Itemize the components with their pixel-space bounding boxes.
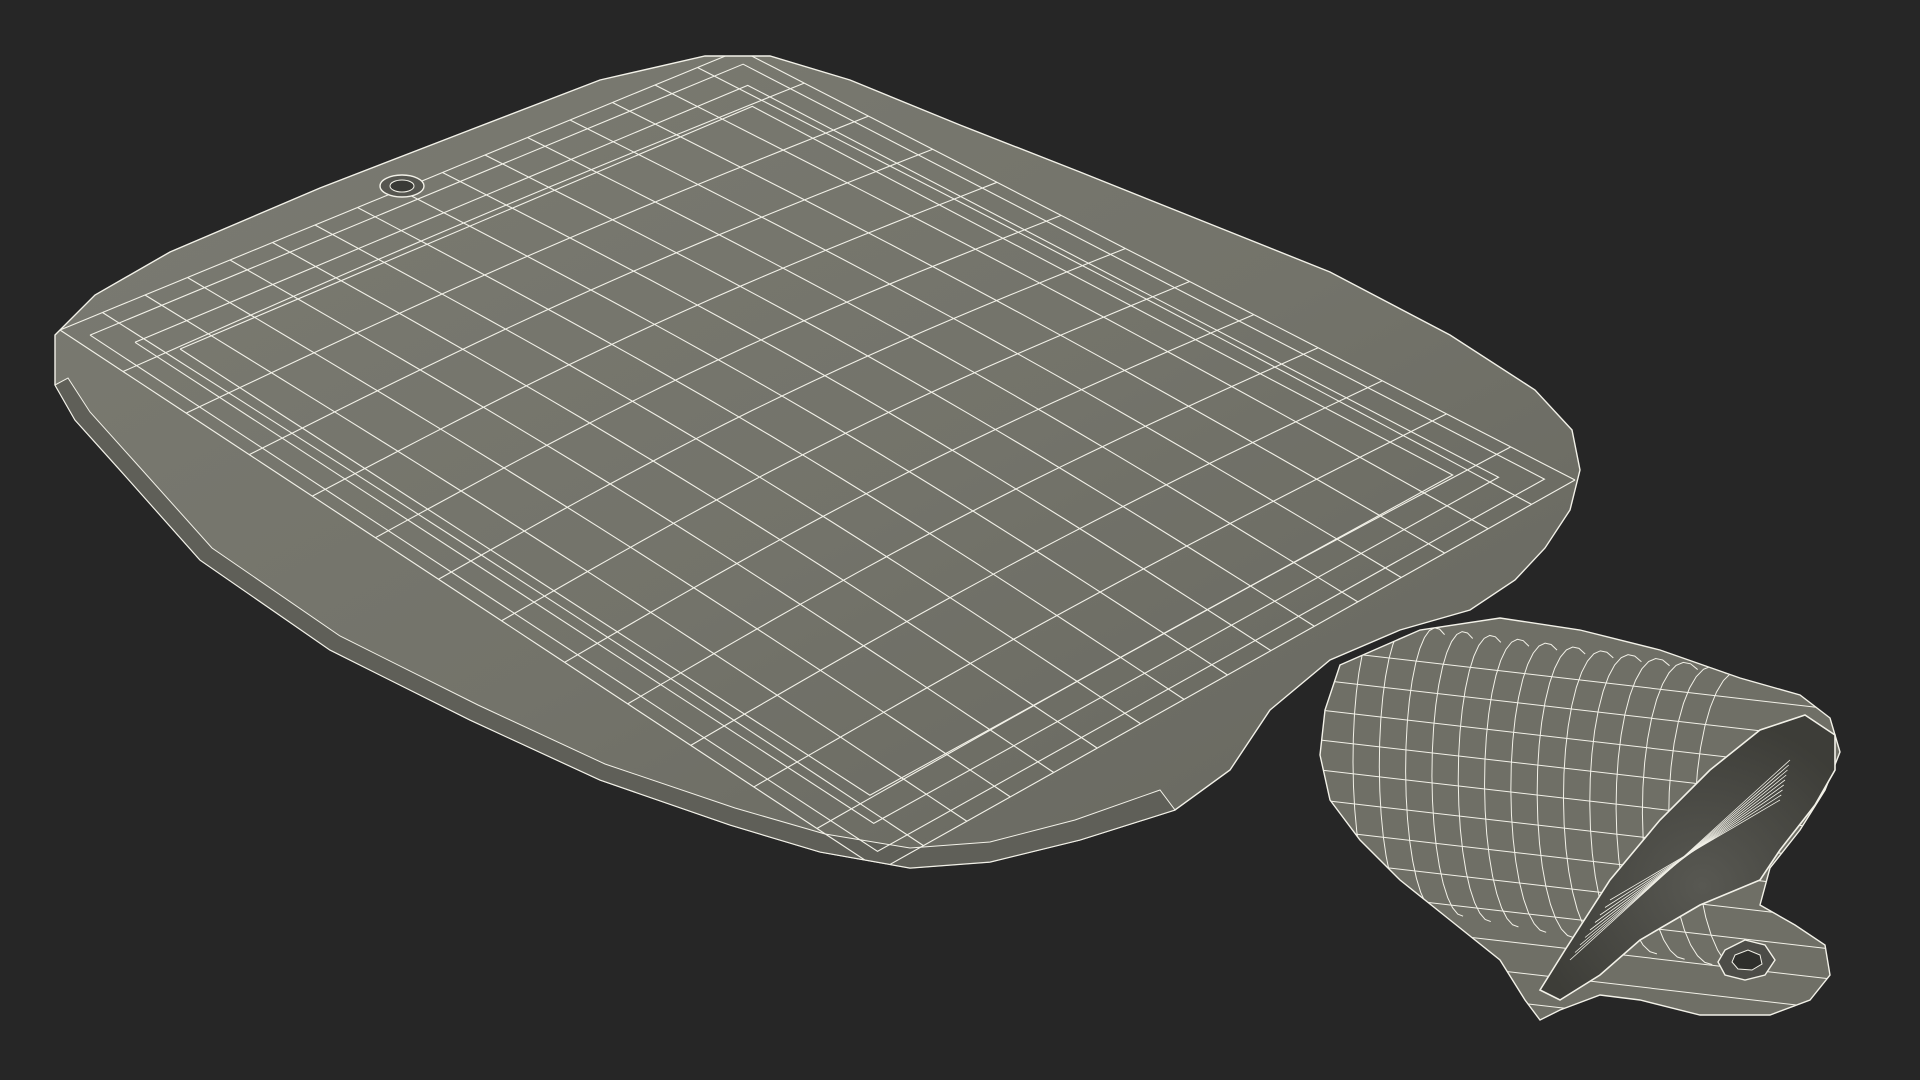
wireframe-model [54, 55, 1841, 1021]
bottle-neck [1319, 617, 1841, 1021]
3d-viewport[interactable] [0, 0, 1920, 1080]
